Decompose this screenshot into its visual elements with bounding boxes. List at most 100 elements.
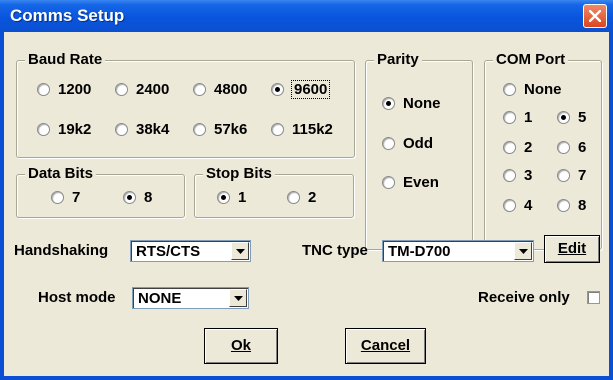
parity-none-radio[interactable]: None xyxy=(382,95,441,112)
radio-indicator xyxy=(557,111,570,124)
dialog-window: Comms Setup Baud Rate 1200 2400 4800 960… xyxy=(0,0,613,380)
radio-label: 19k2 xyxy=(58,121,92,138)
data-bits-8-radio[interactable]: 8 xyxy=(123,189,152,206)
chevron-down-icon xyxy=(236,249,245,254)
radio-indicator xyxy=(37,123,50,136)
radio-indicator xyxy=(503,141,516,154)
radio-label: 6 xyxy=(578,139,587,156)
stop-bits-1-radio[interactable]: 1 xyxy=(217,189,246,206)
ok-button[interactable]: Ok xyxy=(204,328,278,364)
parity-group: Parity None Odd Even xyxy=(365,51,473,250)
tnc-type-label: TNC type xyxy=(302,242,368,259)
radio-label: 115k2 xyxy=(292,121,333,138)
parity-label: Parity xyxy=(374,51,422,68)
radio-indicator xyxy=(503,83,516,96)
edit-button[interactable]: Edit xyxy=(544,235,600,263)
radio-label: 1 xyxy=(238,189,247,206)
data-bits-group: Data Bits 7 8 xyxy=(16,165,185,218)
com-3-radio[interactable]: 3 xyxy=(503,167,532,184)
ok-button-label: Ok xyxy=(230,337,251,354)
radio-label: 4800 xyxy=(214,81,248,98)
chevron-down-icon xyxy=(234,296,243,301)
radio-indicator xyxy=(503,111,516,124)
host-mode-value: NONE xyxy=(138,290,182,307)
radio-label: 57k6 xyxy=(214,121,248,138)
com-7-radio[interactable]: 7 xyxy=(557,167,586,184)
radio-label: 4 xyxy=(524,197,533,214)
com-8-radio[interactable]: 8 xyxy=(557,197,586,214)
dropdown-button[interactable] xyxy=(229,289,247,307)
radio-indicator xyxy=(503,199,516,212)
parity-even-radio[interactable]: Even xyxy=(382,174,439,191)
radio-indicator xyxy=(557,199,570,212)
com-port-group: COM Port None 1 2 3 4 5 6 7 8 xyxy=(484,51,602,250)
radio-indicator xyxy=(503,169,516,182)
radio-indicator xyxy=(123,191,136,204)
baud-57k6-radio[interactable]: 57k6 xyxy=(193,121,247,138)
radio-indicator xyxy=(287,191,300,204)
baud-1200-radio[interactable]: 1200 xyxy=(37,81,91,98)
data-bits-7-radio[interactable]: 7 xyxy=(51,189,80,206)
edit-button-label: Edit xyxy=(557,240,587,257)
dropdown-button[interactable] xyxy=(231,242,249,260)
radio-indicator xyxy=(557,169,570,182)
host-mode-label: Host mode xyxy=(38,289,116,306)
receive-only-label: Receive only xyxy=(478,289,570,306)
radio-indicator xyxy=(557,141,570,154)
com-port-label: COM Port xyxy=(493,51,569,68)
baud-19k2-radio[interactable]: 19k2 xyxy=(37,121,91,138)
radio-label: 1200 xyxy=(58,81,92,98)
stop-bits-group: Stop Bits 1 2 xyxy=(194,165,354,218)
stop-bits-2-radio[interactable]: 2 xyxy=(287,189,316,206)
baud-rate-group: Baud Rate 1200 2400 4800 9600 19k2 38k4 … xyxy=(16,51,355,158)
cancel-button-label: Cancel xyxy=(360,337,411,354)
radio-label: 7 xyxy=(578,167,587,184)
radio-indicator xyxy=(271,83,284,96)
radio-label: 1 xyxy=(524,109,533,126)
chevron-down-icon xyxy=(519,249,528,254)
baud-9600-radio[interactable]: 9600 xyxy=(271,80,331,99)
close-icon xyxy=(589,10,601,22)
stop-bits-label: Stop Bits xyxy=(203,165,275,182)
radio-indicator xyxy=(382,97,395,110)
radio-indicator xyxy=(115,123,128,136)
title-bar[interactable]: Comms Setup xyxy=(0,0,613,32)
receive-only-checkbox[interactable] xyxy=(587,291,600,304)
baud-2400-radio[interactable]: 2400 xyxy=(115,81,169,98)
com-6-radio[interactable]: 6 xyxy=(557,139,586,156)
radio-label: None xyxy=(403,95,441,112)
com-none-radio[interactable]: None xyxy=(503,81,562,98)
com-2-radio[interactable]: 2 xyxy=(503,139,532,156)
baud-115k2-radio[interactable]: 115k2 xyxy=(271,121,333,138)
close-button[interactable] xyxy=(583,4,607,28)
host-mode-select[interactable]: NONE xyxy=(132,287,249,309)
parity-odd-radio[interactable]: Odd xyxy=(382,135,433,152)
radio-label: 7 xyxy=(72,189,81,206)
data-bits-label: Data Bits xyxy=(25,165,97,182)
radio-indicator xyxy=(51,191,64,204)
cancel-button[interactable]: Cancel xyxy=(345,328,426,364)
radio-indicator xyxy=(382,176,395,189)
tnc-type-select[interactable]: TM-D700 xyxy=(382,240,534,262)
baud-38k4-radio[interactable]: 38k4 xyxy=(115,121,169,138)
radio-indicator xyxy=(193,83,206,96)
radio-label: 9600 xyxy=(290,80,331,99)
com-1-radio[interactable]: 1 xyxy=(503,109,532,126)
radio-label: 5 xyxy=(578,109,587,126)
com-5-radio[interactable]: 5 xyxy=(557,109,586,126)
baud-rate-label: Baud Rate xyxy=(25,51,106,68)
radio-label: Odd xyxy=(403,135,433,152)
radio-label: 38k4 xyxy=(136,121,170,138)
baud-4800-radio[interactable]: 4800 xyxy=(193,81,247,98)
handshaking-value: RTS/CTS xyxy=(136,243,201,260)
window-title: Comms Setup xyxy=(10,6,125,25)
radio-label: 2 xyxy=(308,189,317,206)
radio-label: 2400 xyxy=(136,81,170,98)
tnc-type-value: TM-D700 xyxy=(388,243,451,260)
handshaking-select[interactable]: RTS/CTS xyxy=(130,240,251,262)
com-4-radio[interactable]: 4 xyxy=(503,197,532,214)
dropdown-button[interactable] xyxy=(514,242,532,260)
radio-label: Even xyxy=(403,174,439,191)
radio-indicator xyxy=(115,83,128,96)
radio-label: 2 xyxy=(524,139,533,156)
